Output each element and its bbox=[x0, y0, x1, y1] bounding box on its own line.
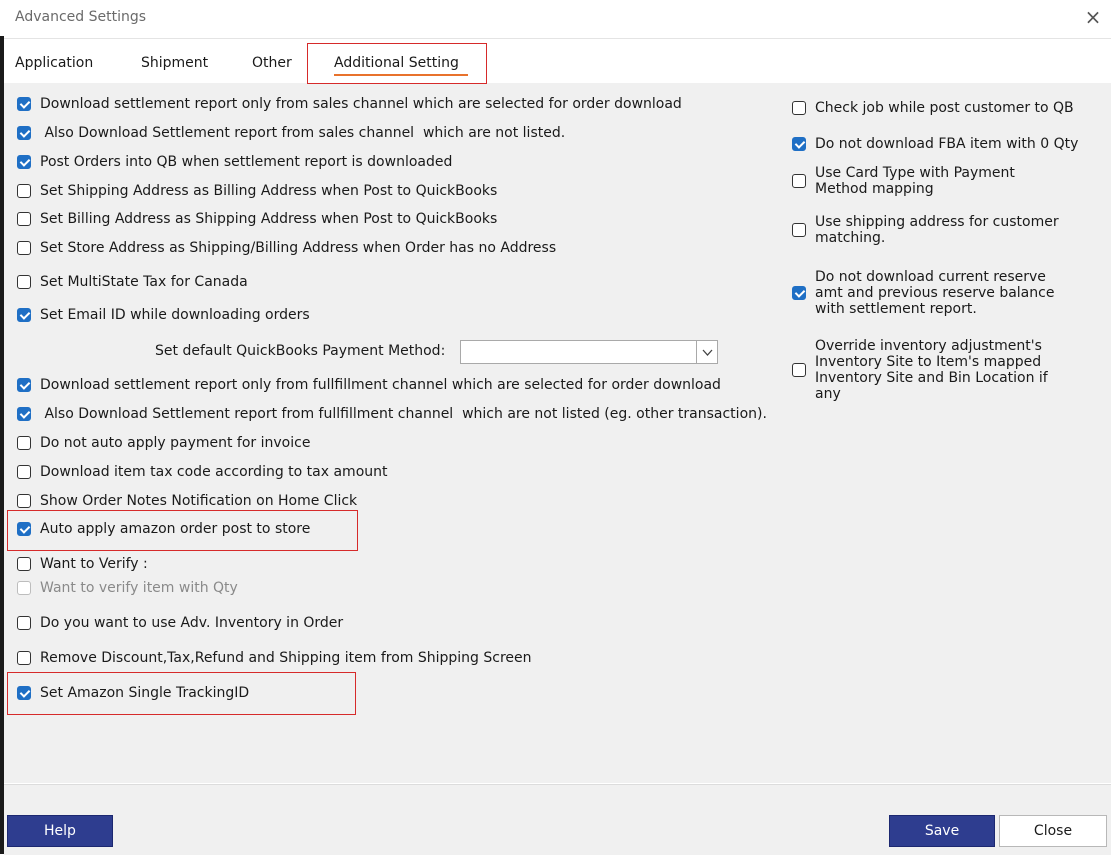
option-row[interactable]: Check job while post customer to QB bbox=[792, 100, 1092, 116]
tab-application[interactable]: Application bbox=[15, 55, 93, 71]
checkbox[interactable] bbox=[17, 557, 31, 571]
close-button[interactable]: Close bbox=[999, 815, 1107, 847]
option-label: Want to Verify : bbox=[40, 556, 148, 572]
option-row[interactable]: Set Email ID while downloading orders bbox=[17, 307, 310, 323]
option-label: Show Order Notes Notification on Home Cl… bbox=[40, 493, 358, 509]
payment-method-select[interactable] bbox=[460, 340, 718, 364]
checkbox[interactable] bbox=[17, 126, 31, 140]
option-row[interactable]: Download item tax code according to tax … bbox=[17, 464, 388, 480]
option-row[interactable]: Do not auto apply payment for invoice bbox=[17, 435, 310, 451]
option-label: Set Email ID while downloading orders bbox=[40, 307, 310, 323]
checkbox[interactable] bbox=[17, 184, 31, 198]
tab-other[interactable]: Other bbox=[252, 55, 292, 71]
option-row[interactable]: Override inventory adjustment's Inventor… bbox=[792, 338, 1067, 402]
option-label: Also Download Settlement report from ful… bbox=[40, 406, 767, 422]
highlight-box-tracking-id bbox=[7, 672, 356, 715]
checkbox[interactable] bbox=[17, 155, 31, 169]
option-label: Download item tax code according to tax … bbox=[40, 464, 388, 480]
option-label: Remove Discount,Tax,Refund and Shipping … bbox=[40, 650, 532, 666]
checkbox[interactable] bbox=[17, 378, 31, 392]
checkbox[interactable] bbox=[792, 223, 806, 237]
checkbox[interactable] bbox=[17, 465, 31, 479]
option-row[interactable]: Want to Verify : bbox=[17, 556, 148, 572]
option-label: Check job while post customer to QB bbox=[815, 100, 1074, 116]
checkbox[interactable] bbox=[792, 137, 806, 151]
option-label: Download settlement report only from ful… bbox=[40, 377, 721, 393]
option-row[interactable]: Set MultiState Tax for Canada bbox=[17, 274, 248, 290]
highlight-box-auto-apply bbox=[7, 510, 358, 551]
option-row[interactable]: Do not download current reserve amt and … bbox=[792, 269, 1067, 317]
option-label: Do not download FBA item with 0 Qty bbox=[815, 136, 1079, 152]
save-button[interactable]: Save bbox=[889, 815, 995, 847]
option-row[interactable]: Use Card Type with Payment Method mappin… bbox=[792, 165, 1067, 197]
window-title: Advanced Settings bbox=[15, 9, 147, 25]
title-bar: Advanced Settings × bbox=[0, 0, 1111, 36]
option-label: Download settlement report only from sal… bbox=[40, 96, 682, 112]
tab-strip: Application Shipment Other Additional Se… bbox=[4, 38, 1111, 84]
checkbox[interactable] bbox=[17, 494, 31, 508]
option-label: Want to verify item with Qty bbox=[40, 580, 238, 596]
option-row[interactable]: Set Store Address as Shipping/Billing Ad… bbox=[17, 240, 556, 256]
chevron-down-icon[interactable] bbox=[696, 341, 717, 363]
option-row[interactable]: Set Billing Address as Shipping Address … bbox=[17, 211, 497, 227]
checkbox[interactable] bbox=[17, 436, 31, 450]
close-icon[interactable]: × bbox=[1082, 6, 1104, 28]
checkbox[interactable] bbox=[17, 275, 31, 289]
option-label: Set Store Address as Shipping/Billing Ad… bbox=[40, 240, 557, 256]
option-label: Use Card Type with Payment Method mappin… bbox=[815, 165, 1015, 197]
option-row: Want to verify item with Qty bbox=[17, 580, 238, 596]
checkbox[interactable] bbox=[792, 101, 806, 115]
checkbox[interactable] bbox=[17, 616, 31, 630]
option-row[interactable]: Also Download Settlement report from ful… bbox=[17, 406, 767, 422]
option-row[interactable]: Use shipping address for customer matchi… bbox=[792, 214, 1067, 246]
option-row[interactable]: Download settlement report only from sal… bbox=[17, 96, 682, 112]
option-label: Set Shipping Address as Billing Address … bbox=[40, 183, 498, 199]
option-label: Use shipping address for customer matchi… bbox=[815, 214, 1059, 246]
tab-shipment[interactable]: Shipment bbox=[141, 55, 208, 71]
checkbox bbox=[17, 581, 31, 595]
checkbox[interactable] bbox=[17, 308, 31, 322]
checkbox[interactable] bbox=[17, 97, 31, 111]
option-row[interactable]: Also Download Settlement report from sal… bbox=[17, 125, 565, 141]
checkbox[interactable] bbox=[792, 174, 806, 188]
option-label: Do you want to use Adv. Inventory in Ord… bbox=[40, 615, 344, 631]
option-row[interactable]: Remove Discount,Tax,Refund and Shipping … bbox=[17, 650, 532, 666]
option-row[interactable]: Do you want to use Adv. Inventory in Ord… bbox=[17, 615, 343, 631]
option-row[interactable]: Post Orders into QB when settlement repo… bbox=[17, 154, 452, 170]
checkbox[interactable] bbox=[17, 651, 31, 665]
option-label: Do not auto apply payment for invoice bbox=[40, 435, 311, 451]
checkbox[interactable] bbox=[17, 241, 31, 255]
option-label: Set Billing Address as Shipping Address … bbox=[40, 211, 498, 227]
option-row[interactable]: Download settlement report only from ful… bbox=[17, 377, 721, 393]
option-label: Override inventory adjustment's Inventor… bbox=[815, 338, 1048, 402]
option-label: Set MultiState Tax for Canada bbox=[40, 274, 248, 290]
checkbox[interactable] bbox=[17, 407, 31, 421]
payment-method-label: Set default QuickBooks Payment Method: bbox=[155, 343, 446, 359]
checkbox[interactable] bbox=[17, 212, 31, 226]
help-button[interactable]: Help bbox=[7, 815, 113, 847]
option-row[interactable]: Do not download FBA item with 0 Qty bbox=[792, 136, 1092, 152]
option-row[interactable]: Show Order Notes Notification on Home Cl… bbox=[17, 493, 357, 509]
option-label: Do not download current reserve amt and … bbox=[815, 269, 1055, 317]
checkbox[interactable] bbox=[792, 363, 806, 377]
option-label: Post Orders into QB when settlement repo… bbox=[40, 154, 453, 170]
option-label: Also Download Settlement report from sal… bbox=[40, 125, 566, 141]
option-row[interactable]: Set Shipping Address as Billing Address … bbox=[17, 183, 497, 199]
checkbox[interactable] bbox=[792, 286, 806, 300]
highlight-box-tab bbox=[307, 43, 487, 84]
